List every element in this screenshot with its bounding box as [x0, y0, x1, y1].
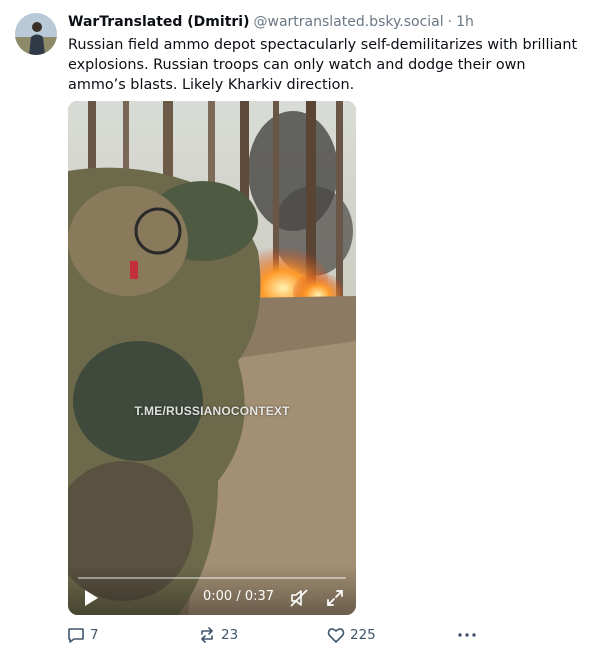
progress-bar[interactable]: [78, 577, 346, 579]
separator: ·: [447, 14, 453, 30]
post-text: Russian field ammo depot spectacularly s…: [68, 37, 578, 93]
repost-icon: [201, 627, 213, 643]
like-icon: [327, 628, 345, 643]
time-readout: 0:00 / 0:37: [203, 589, 275, 604]
post-actions: 7 23 225: [0, 624, 595, 646]
video-player[interactable]: T.ME/RUSSIANOCONTEXT 0:00 / 0:37: [68, 101, 356, 615]
more-options-button[interactable]: [456, 624, 483, 646]
play-button[interactable]: [82, 589, 100, 607]
like-count: 225: [350, 627, 376, 643]
post-card[interactable]: WarTranslated (Dmitri) @wartranslated.bsk…: [0, 0, 595, 651]
mute-icon: [290, 589, 308, 607]
avatar[interactable]: [15, 13, 57, 55]
video-watermark: T.ME/RUSSIANOCONTEXT: [134, 404, 290, 418]
mute-button[interactable]: [290, 589, 308, 607]
like-button[interactable]: 225: [327, 624, 376, 646]
play-icon: [85, 590, 98, 606]
repost-button[interactable]: 23: [198, 624, 238, 646]
video-controls: 0:00 / 0:37: [68, 565, 356, 615]
repost-count: 23: [221, 627, 239, 643]
more-icon: [458, 633, 476, 637]
reply-count: 7: [90, 627, 99, 643]
post-header: WarTranslated (Dmitri) @wartranslated.bsk…: [68, 13, 474, 31]
video-frame: [68, 101, 356, 615]
reply-button[interactable]: 7: [67, 624, 99, 646]
reply-icon: [68, 628, 84, 643]
display-name[interactable]: WarTranslated (Dmitri): [68, 14, 250, 30]
fullscreen-icon: [327, 590, 343, 606]
post-time[interactable]: 1h: [456, 14, 474, 30]
handle[interactable]: @wartranslated.bsky.social: [254, 14, 444, 30]
fullscreen-button[interactable]: [326, 589, 344, 607]
